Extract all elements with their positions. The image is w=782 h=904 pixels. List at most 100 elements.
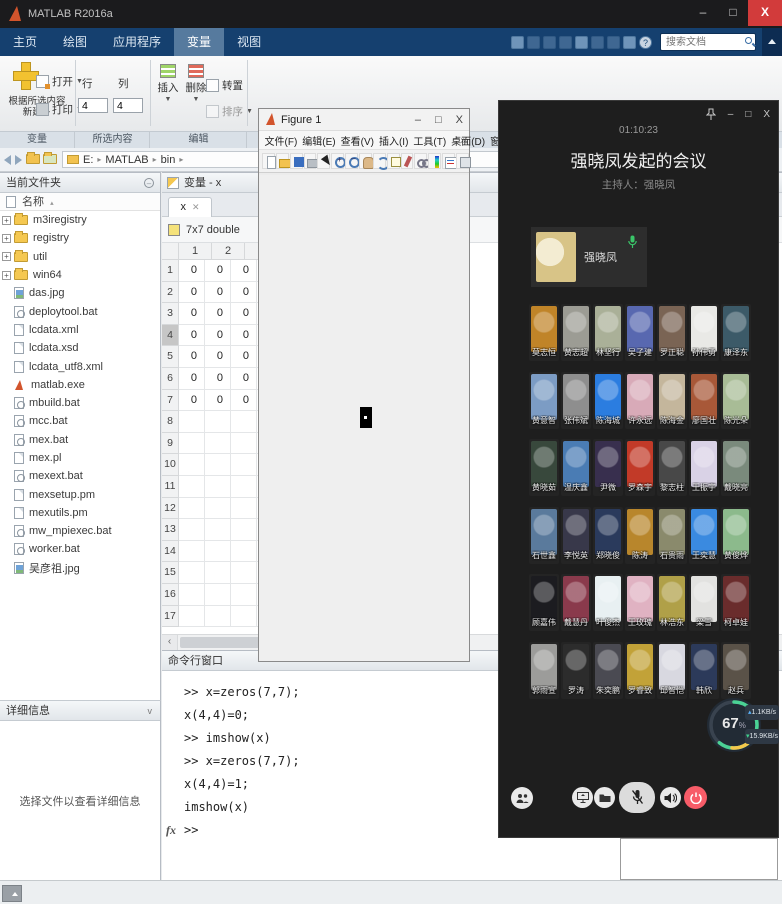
grid-cell[interactable]	[231, 562, 257, 584]
meeting-close-button[interactable]: X	[763, 109, 770, 120]
meeting-minimize-button[interactable]: –	[728, 109, 734, 120]
row-header[interactable]: 12	[162, 498, 179, 520]
ribbon-tab-4[interactable]: 视图	[224, 28, 274, 56]
variable-tab-x[interactable]: x✕	[168, 197, 212, 217]
row-header[interactable]: 13	[162, 519, 179, 541]
grid-cell[interactable]	[179, 498, 205, 520]
figure-titlebar[interactable]: Figure 1 – □ X	[259, 109, 469, 131]
row-header[interactable]: 4	[162, 325, 179, 347]
grid-cell[interactable]	[205, 454, 231, 476]
grid-cell[interactable]: 0	[179, 282, 205, 304]
grid-cell[interactable]	[205, 411, 231, 433]
file-share-button[interactable]	[594, 787, 615, 808]
microphone-muted-button[interactable]	[619, 782, 655, 813]
grid-cell[interactable]	[231, 584, 257, 606]
grid-cell[interactable]	[231, 498, 257, 520]
participant-tile[interactable]: 陈海城	[593, 372, 623, 429]
grid-cell[interactable]: 0	[205, 282, 231, 304]
figure-menu[interactable]: 文件(F)	[262, 133, 300, 148]
grid-cell[interactable]	[179, 541, 205, 563]
screen-share-button[interactable]	[572, 787, 593, 808]
active-speaker-card[interactable]: 强晓凤	[531, 227, 647, 287]
row-header[interactable]: 16	[162, 584, 179, 606]
participant-tile[interactable]: 林浩东	[657, 574, 687, 631]
participant-tile[interactable]: 陈海金	[657, 372, 687, 429]
close-tab-icon[interactable]: ✕	[192, 202, 200, 212]
expand-icon[interactable]: +	[2, 234, 11, 243]
row-header[interactable]: 14	[162, 541, 179, 563]
row-header[interactable]: 7	[162, 390, 179, 412]
grid-cell[interactable]	[231, 454, 257, 476]
status-start-button[interactable]	[2, 885, 22, 902]
insert-legend-icon[interactable]	[442, 153, 455, 169]
grid-cell[interactable]: 0	[205, 325, 231, 347]
undo-icon[interactable]	[591, 36, 604, 49]
participant-tile[interactable]: 廖国壮	[689, 372, 719, 429]
grid-cell[interactable]	[231, 476, 257, 498]
figure-menu[interactable]: 插入(I)	[376, 133, 410, 148]
participant-tile[interactable]: 王奕慧	[689, 507, 719, 564]
participant-tile[interactable]: 石贵雨	[657, 507, 687, 564]
participant-tile[interactable]: 李悦英	[561, 507, 591, 564]
grid-cell[interactable]	[205, 584, 231, 606]
grid-cell[interactable]: 0	[179, 260, 205, 282]
pin-icon[interactable]	[706, 108, 716, 121]
breadcrumb-segment[interactable]: MATLAB	[105, 154, 148, 166]
search-icon[interactable]	[745, 37, 752, 44]
figure-menu[interactable]: 查看(V)	[338, 133, 376, 148]
cut-icon[interactable]	[543, 36, 556, 49]
rotate-3d-icon[interactable]	[373, 153, 386, 169]
forward-icon[interactable]	[15, 155, 22, 165]
row-header[interactable]: 10	[162, 454, 179, 476]
grid-cell[interactable]	[205, 476, 231, 498]
save-icon[interactable]	[527, 36, 540, 49]
back-icon[interactable]	[4, 155, 11, 165]
file-row[interactable]: lcdata.xml	[0, 321, 160, 339]
participant-tile[interactable]: 韩欣	[689, 642, 719, 699]
grid-cell[interactable]: 0	[205, 260, 231, 282]
file-row[interactable]: worker.bat	[0, 540, 160, 558]
grid-cell[interactable]: 0	[179, 325, 205, 347]
participant-tile[interactable]: 莫志恒	[529, 304, 559, 361]
figure-minimize-button[interactable]: –	[415, 109, 421, 131]
grid-cell[interactable]: 0	[231, 390, 257, 412]
grid-cell[interactable]	[231, 541, 257, 563]
collapse-details-icon[interactable]: v	[148, 701, 153, 721]
row-header[interactable]: 9	[162, 433, 179, 455]
details-header[interactable]: 详细信息 v	[0, 701, 160, 721]
participant-tile[interactable]: 康泽东	[721, 304, 751, 361]
file-row[interactable]: mexsetup.pm	[0, 485, 160, 503]
name-column-header[interactable]: 名称 ▴	[0, 193, 160, 211]
grid-cell[interactable]: 0	[231, 346, 257, 368]
participant-tile[interactable]: 许永远	[625, 372, 655, 429]
print-figure-icon[interactable]	[304, 153, 317, 169]
link-plot-icon[interactable]	[414, 153, 427, 169]
brush-data-icon[interactable]	[401, 153, 414, 169]
grid-cell[interactable]: 0	[205, 390, 231, 412]
insert-button[interactable]: 插入 ▼	[155, 64, 181, 103]
row-index-field[interactable]	[78, 98, 108, 113]
expand-icon[interactable]: +	[2, 271, 11, 280]
participant-tile[interactable]: 柯卓娃	[721, 574, 751, 631]
participant-tile[interactable]: 罗涛	[561, 642, 591, 699]
grid-cell[interactable]	[231, 433, 257, 455]
participant-tile[interactable]: 罗睿致	[625, 642, 655, 699]
file-row[interactable]: mex.bat	[0, 431, 160, 449]
open-file-icon[interactable]	[276, 153, 289, 169]
participant-tile[interactable]: 戴慧丹	[561, 574, 591, 631]
file-row[interactable]: mcc.bat	[0, 412, 160, 430]
figure-maximize-button[interactable]: □	[435, 109, 442, 131]
minimize-button[interactable]: –	[688, 0, 718, 26]
participants-button[interactable]	[511, 787, 533, 809]
speaker-button[interactable]	[660, 787, 681, 808]
participant-tile[interactable]: 尹微	[593, 439, 623, 496]
participant-tile[interactable]: 朱奕鹏	[593, 642, 623, 699]
participant-tile[interactable]: 张伟斌	[561, 372, 591, 429]
grid-cell[interactable]	[205, 606, 231, 628]
sort-button[interactable]: 排序▼	[206, 104, 253, 119]
grid-cell[interactable]: 0	[205, 346, 231, 368]
file-row[interactable]: +registry	[0, 229, 160, 247]
participant-tile[interactable]: 梁雪	[689, 574, 719, 631]
edit-cursor-icon[interactable]	[317, 153, 330, 169]
column-header[interactable]: 1	[179, 243, 212, 260]
